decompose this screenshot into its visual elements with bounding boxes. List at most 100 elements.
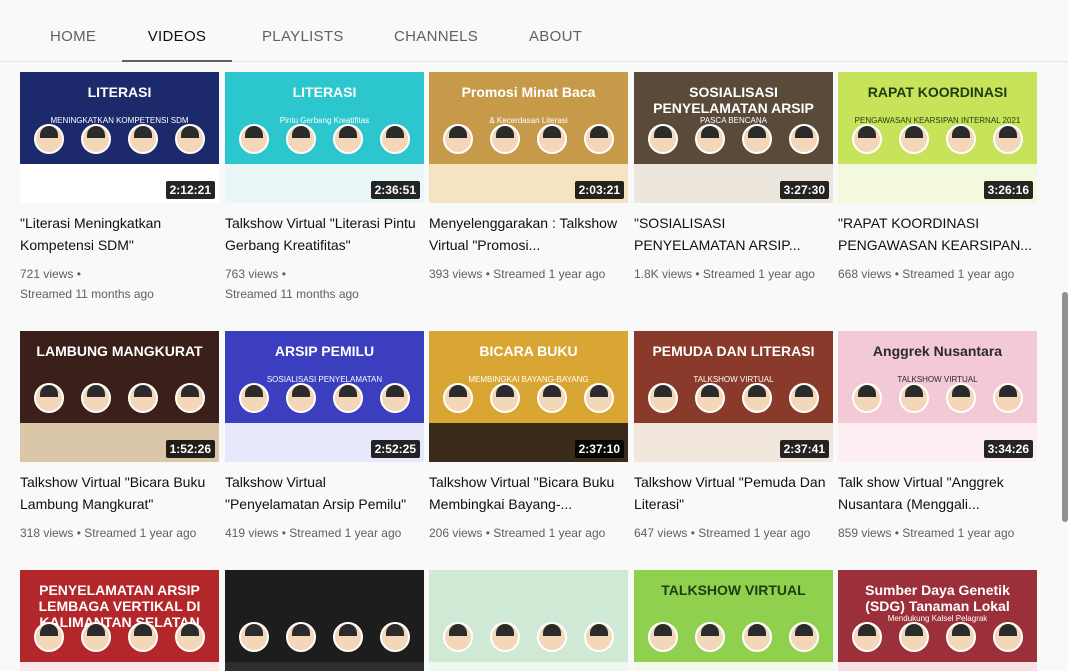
video-title[interactable]: Talk show Virtual "Anggrek Nusantara (Me… xyxy=(838,471,1037,515)
video-card[interactable]: BICARA BUKU MEMBINGKAI BAYANG-BAYANG 2:37:… xyxy=(429,331,628,571)
speaker-portraits xyxy=(844,124,1031,154)
speaker-photo xyxy=(899,124,930,154)
video-card[interactable]: Sumber Daya Genetik (SDG) Tanaman Lokal M… xyxy=(838,570,1037,671)
tab-playlists[interactable]: PLAYLISTS xyxy=(262,28,343,62)
speaker-portraits xyxy=(844,383,1031,413)
speaker-photo xyxy=(899,383,930,413)
tab-channels[interactable]: CHANNELS xyxy=(394,28,478,62)
speaker-photo xyxy=(741,622,772,652)
duration-badge: 2:36:51 xyxy=(370,181,420,199)
view-count: 647 views xyxy=(634,526,688,540)
speaker-photo xyxy=(899,622,930,652)
stream-age: Streamed 1 year ago xyxy=(289,526,402,540)
video-title[interactable]: Talkshow Virtual "Pemuda Dan Literasi" xyxy=(634,471,833,515)
video-meta: 206 views • Streamed 1 year ago xyxy=(429,523,628,543)
video-thumbnail[interactable]: Promosi Minat Baca & Kecerdasan Literasi 2… xyxy=(429,72,628,203)
speaker-portraits xyxy=(435,124,622,154)
speaker-photo xyxy=(174,622,205,652)
speaker-portraits xyxy=(435,622,622,652)
speaker-portraits xyxy=(26,622,213,652)
video-thumbnail[interactable]: RAPAT KOORDINASI PENGAWASAN KEARSIPAN INT… xyxy=(838,72,1037,203)
speaker-photo xyxy=(379,124,410,154)
duration-badge: 2:37:41 xyxy=(779,440,829,458)
speaker-photo xyxy=(286,622,317,652)
thumbnail-banner xyxy=(225,662,424,671)
meta-separator: • xyxy=(482,267,494,281)
speaker-photo xyxy=(992,622,1023,652)
speaker-photo xyxy=(239,622,270,652)
speaker-photo xyxy=(81,124,112,154)
page-scrollbar[interactable] xyxy=(1062,292,1068,522)
video-thumbnail[interactable]: SOSIALISASI PENYELAMATAN ARSIP PASCA BENC… xyxy=(634,72,833,203)
speaker-portraits xyxy=(26,124,213,154)
speaker-photo xyxy=(332,124,363,154)
thumbnail-banner xyxy=(20,662,219,671)
video-card[interactable]: Anggrek Nusantara TALKSHOW VIRTUAL 3:34:26… xyxy=(838,331,1037,571)
speaker-photo xyxy=(945,383,976,413)
video-title[interactable]: Talkshow Virtual "Penyelamatan Arsip Pem… xyxy=(225,471,424,515)
video-thumbnail[interactable]: BICARA BUKU MEMBINGKAI BAYANG-BAYANG 2:37:… xyxy=(429,331,628,462)
stream-age: Streamed 1 year ago xyxy=(493,526,606,540)
meta-separator: • xyxy=(73,267,81,281)
video-meta: 318 views • Streamed 1 year ago xyxy=(20,523,219,543)
video-title[interactable]: Talkshow Virtual "Bicara Buku Lambung Ma… xyxy=(20,471,219,515)
view-count: 721 views • xyxy=(20,267,81,281)
meta-separator: • xyxy=(891,526,903,540)
thumbnail-heading: LITERASI xyxy=(87,84,152,100)
video-thumbnail[interactable]: Sumber Daya Genetik (SDG) Tanaman Lokal M… xyxy=(838,570,1037,671)
video-meta: 647 views • Streamed 1 year ago xyxy=(634,523,833,543)
video-title[interactable]: "SOSIALISASI PENYELAMATAN ARSIP... xyxy=(634,212,833,256)
thumbnail-banner xyxy=(429,662,628,671)
video-card[interactable]: Promosi Minat Baca & Kecerdasan Literasi 2… xyxy=(429,72,628,312)
video-title[interactable]: "Literasi Meningkatkan Kompetensi SDM" xyxy=(20,212,219,256)
video-card[interactable] xyxy=(225,570,424,671)
video-card[interactable]: LITERASI Pintu Gerbang Kreatifitas 2:36:51… xyxy=(225,72,424,312)
speaker-photo xyxy=(583,622,614,652)
video-card[interactable]: ARSIP PEMILU SOSIALISASI PENYELAMATAN 2:52… xyxy=(225,331,424,571)
video-card[interactable]: RAPAT KOORDINASI PENGAWASAN KEARSIPAN INT… xyxy=(838,72,1037,312)
stream-age: Streamed 1 year ago xyxy=(702,267,815,281)
video-thumbnail[interactable]: LITERASI MENINGKATKAN KOMPETENSI SDM 2:12:… xyxy=(20,72,219,203)
video-thumbnail[interactable]: PEMUDA DAN LITERASI TALKSHOW VIRTUAL 2:37:… xyxy=(634,331,833,462)
video-thumbnail[interactable] xyxy=(429,570,628,671)
stream-age: Streamed 1 year ago xyxy=(902,267,1015,281)
video-card[interactable]: LAMBUNG MANGKURAT 1:52:26 Talkshow Virtual… xyxy=(20,331,219,571)
view-count: 206 views xyxy=(429,526,483,540)
stream-age: Streamed 1 year ago xyxy=(84,526,197,540)
video-card[interactable]: LITERASI MENINGKATKAN KOMPETENSI SDM 2:12:… xyxy=(20,72,219,312)
video-card[interactable]: PENYELAMATAN ARSIP LEMBAGA VERTIKAL DI K… xyxy=(20,570,219,671)
video-title[interactable]: Talkshow Virtual "Bicara Buku Membingkai… xyxy=(429,471,628,515)
video-thumbnail[interactable]: TALKSHOW VIRTUAL xyxy=(634,570,833,671)
video-thumbnail[interactable]: LITERASI Pintu Gerbang Kreatifitas 2:36:51 xyxy=(225,72,424,203)
speaker-photo xyxy=(788,383,819,413)
video-title[interactable]: Talkshow Virtual "Literasi Pintu Gerbang… xyxy=(225,212,424,256)
view-count: 668 views xyxy=(838,267,892,281)
view-count: 859 views xyxy=(838,526,892,540)
speaker-portraits xyxy=(640,124,827,154)
video-card[interactable]: PEMUDA DAN LITERASI TALKSHOW VIRTUAL 2:37:… xyxy=(634,331,833,571)
video-thumbnail[interactable]: ARSIP PEMILU SOSIALISASI PENYELAMATAN 2:52… xyxy=(225,331,424,462)
speaker-portraits xyxy=(844,622,1031,652)
video-thumbnail[interactable]: PENYELAMATAN ARSIP LEMBAGA VERTIKAL DI K… xyxy=(20,570,219,671)
tab-videos[interactable]: VIDEOS xyxy=(122,28,232,62)
video-card[interactable]: TALKSHOW VIRTUAL xyxy=(634,570,833,671)
tab-about[interactable]: ABOUT xyxy=(529,28,582,62)
tab-home[interactable]: HOME xyxy=(50,28,96,62)
speaker-portraits xyxy=(231,124,418,154)
speaker-photo xyxy=(536,622,567,652)
speaker-photo xyxy=(81,383,112,413)
speaker-photo xyxy=(536,383,567,413)
video-thumbnail[interactable]: Anggrek Nusantara TALKSHOW VIRTUAL 3:34:26 xyxy=(838,331,1037,462)
video-title[interactable]: Menyelenggarakan : Talkshow Virtual "Pro… xyxy=(429,212,628,256)
speaker-photo xyxy=(286,383,317,413)
video-thumbnail[interactable]: LAMBUNG MANGKURAT 1:52:26 xyxy=(20,331,219,462)
video-card[interactable] xyxy=(429,570,628,671)
thumbnail-heading: TALKSHOW VIRTUAL xyxy=(661,582,806,598)
stream-age: Streamed 1 year ago xyxy=(493,267,606,281)
speaker-photo xyxy=(852,124,883,154)
video-title[interactable]: "RAPAT KOORDINASI PENGAWASAN KEARSIPAN..… xyxy=(838,212,1037,256)
speaker-photo xyxy=(174,383,205,413)
video-thumbnail[interactable] xyxy=(225,570,424,671)
meta-separator: • xyxy=(278,267,286,281)
video-card[interactable]: SOSIALISASI PENYELAMATAN ARSIP PASCA BENC… xyxy=(634,72,833,312)
